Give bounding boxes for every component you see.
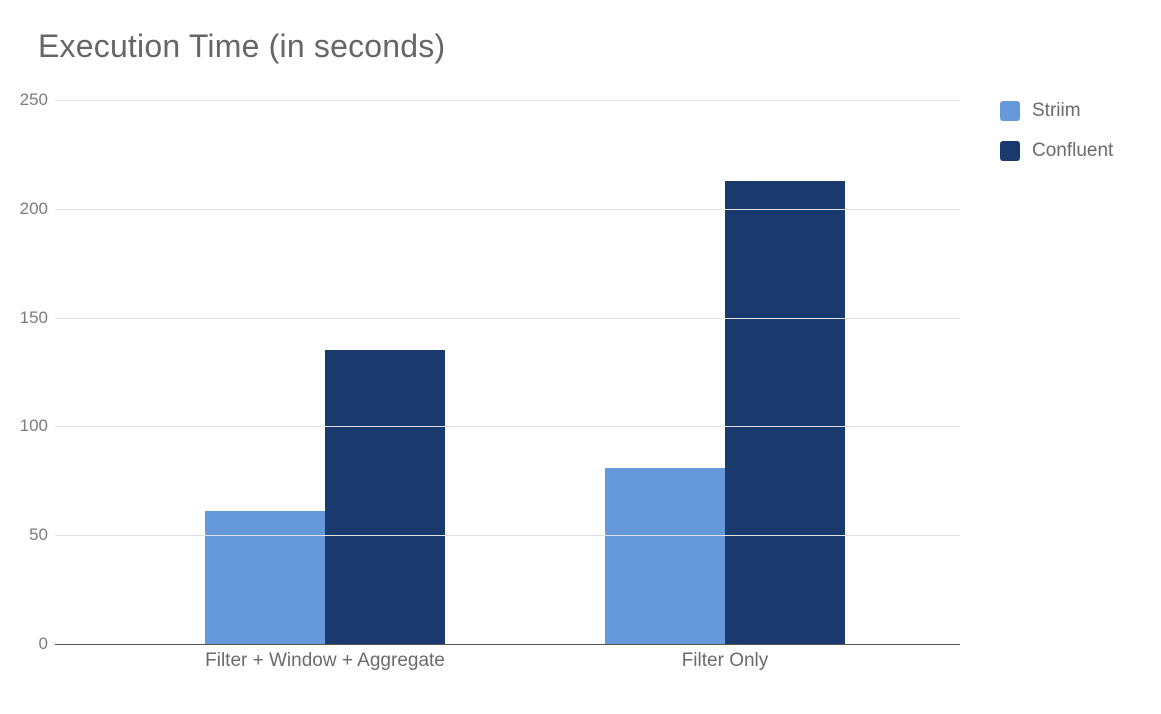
legend-label: Striim	[1032, 100, 1081, 122]
legend-label: Confluent	[1032, 140, 1113, 162]
x-tick-label: Filter Only	[565, 650, 885, 672]
legend-swatch	[1000, 101, 1020, 121]
legend-item-confluent: Confluent	[1000, 140, 1113, 162]
bar-striim-1	[605, 468, 725, 644]
y-tick-label: 100	[0, 416, 48, 436]
gridline	[55, 426, 960, 427]
bar-confluent-0	[325, 350, 445, 644]
gridline	[55, 535, 960, 536]
x-tick-label: Filter + Window + Aggregate	[165, 650, 485, 672]
legend-item-striim: Striim	[1000, 100, 1113, 122]
bar-confluent-1	[725, 181, 845, 644]
y-tick-label: 150	[0, 308, 48, 328]
gridline	[55, 318, 960, 319]
x-axis-line	[55, 644, 960, 645]
chart-container: Execution Time (in seconds) 050100150200…	[0, 0, 1161, 714]
legend-swatch	[1000, 141, 1020, 161]
y-tick-label: 250	[0, 90, 48, 110]
chart-title: Execution Time (in seconds)	[38, 28, 445, 65]
bars-layer	[55, 100, 960, 644]
y-tick-label: 200	[0, 199, 48, 219]
y-tick-label: 50	[0, 525, 48, 545]
bar-striim-0	[205, 511, 325, 644]
legend: Striim Confluent	[1000, 100, 1113, 180]
gridline	[55, 100, 960, 101]
plot-area: 050100150200250	[55, 100, 960, 644]
gridline	[55, 209, 960, 210]
y-tick-label: 0	[0, 634, 48, 654]
